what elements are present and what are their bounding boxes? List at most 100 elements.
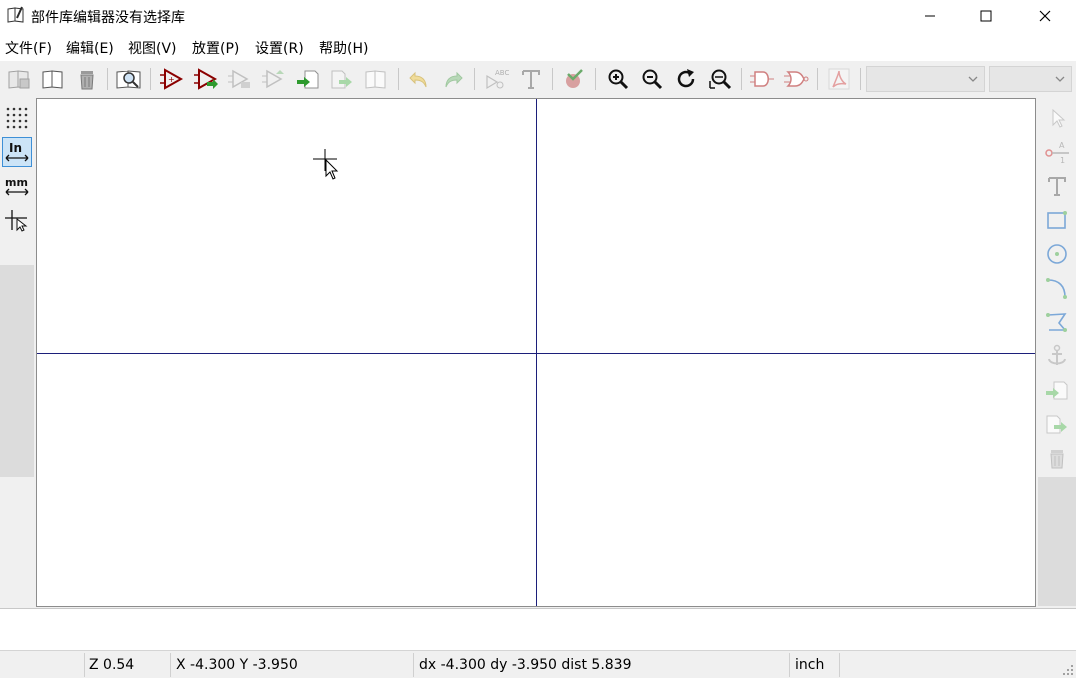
minimize-icon — [925, 15, 935, 16]
anchor-icon — [1048, 344, 1066, 365]
save-library-button[interactable] — [4, 64, 34, 94]
library-editor-window: 部件库编辑器没有选择库 文件(F) 编辑(E) 视图(V) 放置(P) 设置(R… — [0, 0, 1076, 678]
status-units: inch — [795, 657, 825, 673]
menu-edit[interactable]: 编辑(E) — [66, 38, 114, 58]
save-library-icon — [8, 70, 30, 89]
drawing-canvas[interactable] — [36, 98, 1036, 607]
units-inch-button[interactable]: In — [2, 137, 32, 167]
menu-preferences[interactable]: 设置(R) — [255, 38, 304, 58]
circle-tool-button[interactable] — [1042, 239, 1072, 269]
export-shape-icon — [1046, 415, 1067, 434]
erc-check-icon — [566, 69, 583, 88]
resize-grip-icon[interactable] — [1062, 664, 1074, 676]
arc-tool-button[interactable] — [1042, 273, 1072, 303]
chevron-down-icon — [1055, 76, 1065, 82]
delete-icon — [1050, 450, 1064, 469]
minimize-button[interactable] — [907, 0, 953, 31]
toolbar-separator — [107, 68, 108, 90]
toolbar-separator — [817, 68, 818, 90]
body-style-normal-button[interactable] — [747, 64, 777, 94]
menu-view[interactable]: 视图(V) — [128, 38, 177, 58]
delete-library-icon — [80, 71, 94, 90]
check-pins-icon: ABC — [486, 69, 509, 90]
erc-check-button[interactable] — [559, 64, 589, 94]
units-mm-button[interactable]: mm — [2, 171, 32, 201]
main-toolbar: + ABC — [0, 61, 1076, 97]
import-shape-icon — [1046, 381, 1068, 400]
toolbar-separator — [398, 68, 399, 90]
delete-tool-button[interactable] — [1042, 443, 1072, 473]
select-tool-button[interactable] — [1042, 103, 1072, 133]
grid-toggle-button[interactable] — [2, 103, 32, 133]
redo-button[interactable] — [438, 64, 468, 94]
check-pins-button[interactable]: ABC — [482, 64, 512, 94]
delete-library-button[interactable] — [72, 64, 102, 94]
zoom-fit-button[interactable] — [705, 64, 735, 94]
status-bar: Z 0.54 X -4.300 Y -3.950 dx -4.300 dy -3… — [0, 650, 1076, 678]
pin-tool-button[interactable]: A 1 — [1042, 137, 1072, 167]
svg-text:A: A — [1059, 141, 1065, 150]
svg-text:1: 1 — [1060, 156, 1065, 165]
status-separator — [170, 653, 171, 677]
left-toolbar-buttons: In mm — [0, 97, 34, 265]
polyline-tool-button[interactable] — [1042, 307, 1072, 337]
save-part-button[interactable] — [361, 64, 391, 94]
fullscreen-cursor-button[interactable] — [2, 205, 32, 235]
zoom-in-button[interactable] — [603, 64, 633, 94]
fullscreen-cursor-icon — [5, 210, 28, 232]
menu-file[interactable]: 文件(F) — [5, 38, 52, 58]
rectangle-icon — [1047, 211, 1067, 229]
open-library-icon — [42, 70, 63, 89]
svg-text:ABC: ABC — [495, 69, 509, 77]
anchor-tool-button[interactable] — [1042, 341, 1072, 371]
library-browser-button[interactable] — [114, 64, 144, 94]
new-part-button[interactable]: + — [157, 64, 187, 94]
circle-icon — [1047, 244, 1067, 264]
copy-part-button[interactable] — [259, 64, 289, 94]
text-tool-button[interactable] — [516, 64, 546, 94]
chevron-down-icon — [968, 76, 978, 82]
left-toolbar: In mm — [0, 97, 34, 606]
redo-icon — [445, 71, 463, 88]
export-shape-button[interactable] — [1042, 409, 1072, 439]
menu-bar: 文件(F) 编辑(E) 视图(V) 放置(P) 设置(R) 帮助(H) — [0, 31, 1076, 61]
undo-button[interactable] — [404, 64, 434, 94]
import-part-icon — [194, 68, 218, 90]
status-delta: dx -4.300 dy -3.950 dist 5.839 — [419, 657, 632, 673]
import-shape-button[interactable] — [1042, 375, 1072, 405]
export-component-button[interactable] — [327, 64, 357, 94]
x-axis-line — [37, 353, 1035, 354]
toolbar-separator — [595, 68, 596, 90]
menu-place[interactable]: 放置(P) — [192, 38, 239, 58]
datasheet-pdf-button[interactable] — [824, 64, 854, 94]
maximize-button[interactable] — [963, 0, 1009, 31]
import-part-button[interactable] — [191, 64, 221, 94]
polyline-icon — [1046, 313, 1067, 332]
export-part-button[interactable] — [225, 64, 255, 94]
grid-size-combo[interactable] — [866, 66, 985, 92]
toolbar-separator — [741, 68, 742, 90]
import-component-button[interactable] — [293, 64, 323, 94]
status-separator — [84, 653, 85, 677]
datasheet-pdf-icon — [828, 68, 850, 90]
close-button[interactable] — [1022, 0, 1068, 31]
right-toolbar-buttons: A 1 — [1038, 97, 1076, 477]
text-icon — [1048, 177, 1066, 196]
arc-icon — [1046, 278, 1067, 299]
select-arrow-icon — [1052, 108, 1066, 128]
text-tool-button-right[interactable] — [1042, 171, 1072, 201]
open-library-button[interactable] — [38, 64, 68, 94]
zoom-out-button[interactable] — [637, 64, 667, 94]
zoom-redraw-button[interactable] — [671, 64, 701, 94]
pin-icon: A 1 — [1045, 141, 1069, 165]
rectangle-tool-button[interactable] — [1042, 205, 1072, 235]
new-part-icon: + — [160, 68, 184, 90]
body-style-demorgan-button[interactable] — [781, 64, 811, 94]
menu-help[interactable]: 帮助(H) — [319, 38, 368, 58]
units-mm-icon: mm — [5, 176, 29, 196]
body-style-demorgan-icon — [784, 71, 809, 87]
close-icon — [1039, 10, 1051, 21]
library-browser-icon — [116, 70, 141, 89]
toolbar-separator — [474, 68, 475, 90]
zoom-level-combo[interactable] — [989, 66, 1072, 92]
